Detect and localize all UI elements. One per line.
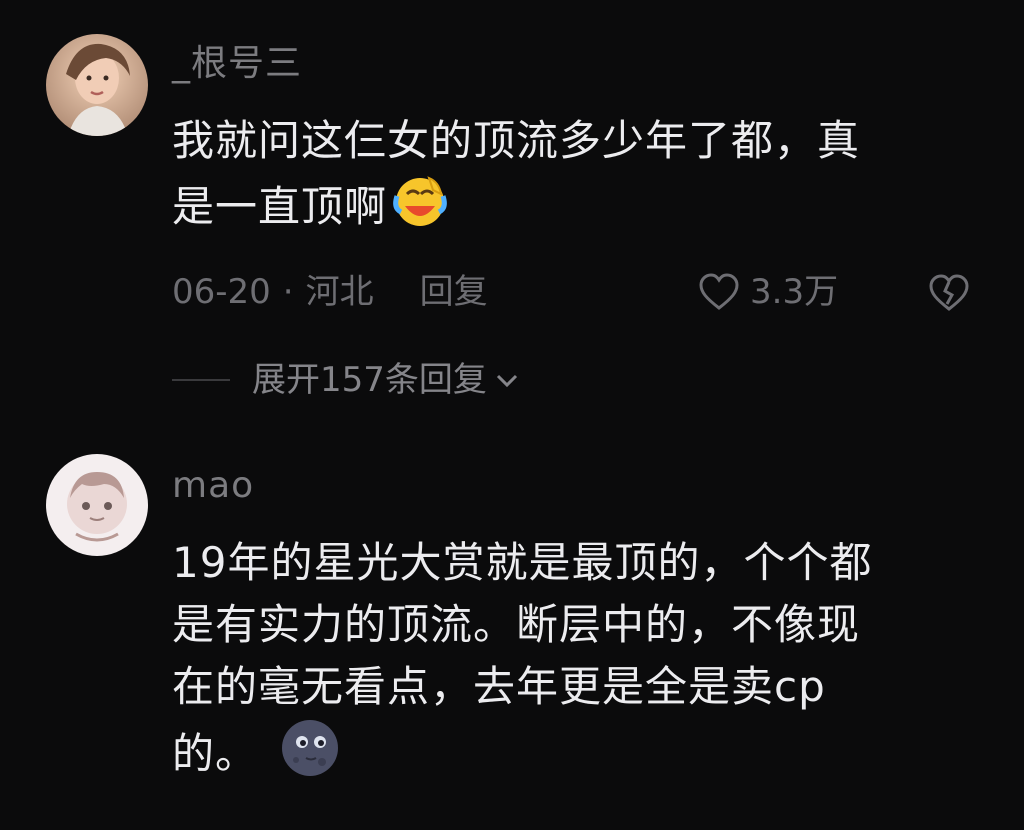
comment-text: 我就问这仨女的顶流多少年了都，真 是一直顶啊 <box>172 110 860 247</box>
dark-moon-face-emoji-icon <box>280 718 340 795</box>
meta-separator: · <box>282 272 294 312</box>
like-button[interactable]: 3.3万 <box>698 272 838 312</box>
comment-text-line: 在的毫无看点，去年更是全是卖cp <box>172 662 826 711</box>
comment-location: 河北 <box>305 272 374 312</box>
comment-text-line: 是一直顶啊 <box>172 172 860 247</box>
reply-button[interactable]: 回复 <box>420 272 488 312</box>
username[interactable]: _根号三 <box>172 44 302 84</box>
chevron-down-icon <box>496 374 517 388</box>
expand-replies-label: 展开157条回复 <box>252 360 487 400</box>
broken-heart-icon <box>929 274 969 311</box>
comment-text-line-content: 是一直顶啊 <box>172 182 388 231</box>
laughing-crying-emoji-icon <box>391 172 449 247</box>
comment-text: 19年的星光大赏就是最顶的，个个都 是有实力的顶流。断层中的，不像现 在的毫无看… <box>172 532 872 795</box>
comment-text-line-content: 的。 <box>172 729 259 778</box>
comment-text-line: 我就问这仨女的顶流多少年了都，真 <box>172 116 861 165</box>
comment-text-line: 的。 <box>172 718 872 795</box>
expand-replies-button[interactable]: 展开157条回复 <box>172 360 521 400</box>
like-count: 3.3万 <box>750 272 839 312</box>
avatar[interactable] <box>46 34 148 136</box>
divider <box>172 379 230 381</box>
username[interactable]: mao <box>172 466 254 506</box>
dislike-button[interactable] <box>928 274 970 316</box>
heart-icon <box>699 273 739 310</box>
comment-date: 06-20 <box>172 272 271 312</box>
comment-thread: _根号三 我就问这仨女的顶流多少年了都，真 是一直顶啊 06-20 · 河北 回… <box>0 0 1024 830</box>
comment-text-line: 19年的星光大赏就是最顶的，个个都 <box>172 538 873 587</box>
avatar[interactable] <box>46 454 148 556</box>
comment-meta: 06-20 · 河北 回复 <box>172 272 488 312</box>
comment-text-line: 是有实力的顶流。断层中的，不像现 <box>172 600 861 649</box>
